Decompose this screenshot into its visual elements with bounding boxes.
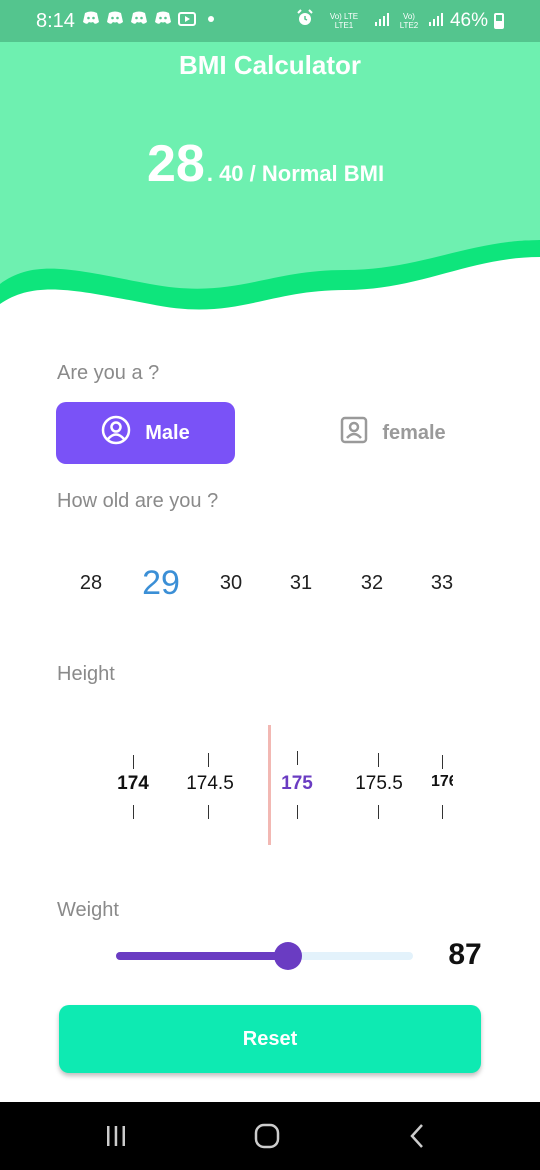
age-option[interactable]: 28	[61, 560, 121, 606]
weight-slider-fill	[116, 952, 289, 960]
ruler-tick	[378, 753, 379, 767]
weight-label: Weight	[57, 899, 119, 921]
height-indicator	[268, 725, 271, 845]
home-icon[interactable]	[247, 1120, 287, 1152]
ruler-tick	[442, 805, 443, 819]
ruler-tick	[208, 753, 209, 767]
ruler-tick	[133, 755, 134, 769]
alarm-icon	[296, 9, 314, 32]
signal-icon	[428, 12, 444, 29]
back-icon[interactable]	[398, 1120, 438, 1152]
ruler-tick	[297, 751, 298, 765]
weight-slider-thumb[interactable]	[274, 942, 303, 970]
notification-icons	[82, 11, 220, 27]
discord-icon	[130, 11, 148, 27]
ruler-tick	[442, 755, 443, 769]
age-option[interactable]: 30	[201, 560, 261, 606]
age-option[interactable]: 33	[412, 560, 472, 606]
gender-label: Are you a ?	[57, 362, 160, 384]
ruler-tick	[378, 805, 379, 819]
recent-apps-icon[interactable]	[96, 1120, 136, 1152]
female-label: female	[382, 421, 446, 444]
weight-slider[interactable]	[116, 942, 413, 970]
age-picker[interactable]: 28 29 30 31 32 33	[55, 560, 485, 606]
age-option[interactable]: 32	[342, 560, 402, 606]
age-option[interactable]: 31	[271, 560, 331, 606]
dot-icon	[202, 11, 220, 27]
battery-percent: 46%	[449, 9, 488, 31]
ruler-tick	[133, 805, 134, 819]
status-time: 8:14	[36, 10, 75, 32]
youtube-icon	[178, 11, 196, 27]
status-right: Vo) LTE LTE1 Vo) LTE2 46%	[296, 9, 504, 32]
female-button[interactable]: female	[318, 402, 468, 464]
app-title: BMI Calculator	[178, 50, 362, 80]
discord-icon	[82, 11, 100, 27]
height-ruler[interactable]: 174 174.5 175 175.5 176	[0, 725, 540, 845]
height-tick-label: 175.5	[355, 773, 403, 794]
height-tick-label: 174	[117, 773, 149, 794]
male-label: Male	[145, 421, 190, 444]
user-circle-icon	[101, 415, 131, 451]
weight-value: 87	[448, 938, 482, 971]
status-bar: 8:14 Vo) LTE LTE1 Vo) LTE2 46%	[0, 0, 540, 42]
bmi-integer: 28	[147, 135, 205, 193]
ruler-tick	[297, 805, 298, 819]
reset-button[interactable]: Reset	[59, 1005, 481, 1073]
ruler-tick	[208, 805, 209, 819]
discord-icon	[154, 11, 172, 27]
height-tick-label: 174.5	[186, 773, 234, 794]
bmi-detail: . 40 / Normal BMI	[206, 161, 385, 186]
user-square-icon	[340, 416, 368, 450]
height-tick-label-selected: 175	[281, 773, 313, 794]
bmi-result: 28 . 40 / Normal BMI	[147, 134, 384, 194]
discord-icon	[106, 11, 124, 27]
network-2-label: Vo) LTE2	[399, 11, 419, 30]
system-nav-bar	[0, 1102, 540, 1170]
bmi-header: BMI Calculator 28 . 40 / Normal BMI	[0, 42, 540, 312]
height-label: Height	[57, 663, 115, 685]
battery-icon	[494, 12, 504, 29]
signal-icon	[374, 12, 390, 29]
height-tick-label: 176	[431, 773, 453, 790]
male-button[interactable]: Male	[56, 402, 235, 464]
network-1-label: Vo) LTE LTE1	[329, 11, 359, 30]
age-label: How old are you ?	[57, 490, 219, 512]
age-option-selected[interactable]: 29	[131, 560, 191, 606]
